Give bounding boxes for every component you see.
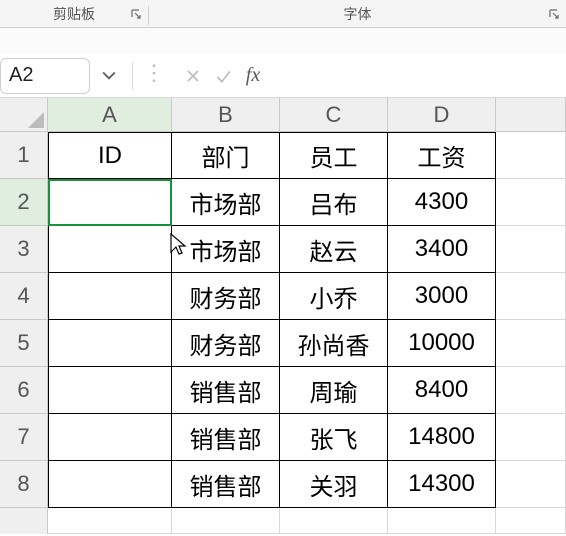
cell-E5[interactable]: [496, 320, 566, 367]
ribbon-group-clipboard: 剪贴板: [0, 0, 148, 27]
formula-bar-dots-icon: ⋮: [139, 60, 167, 92]
cell-D8[interactable]: 14300: [388, 461, 496, 508]
cell-C6[interactable]: 周瑜: [280, 367, 388, 414]
cell-D7[interactable]: 14800: [388, 414, 496, 461]
table-row: [48, 508, 566, 534]
cell-A5[interactable]: [48, 320, 172, 367]
sheet-area[interactable]: A B C D 1 2 3 4 5 6 7 8 ID 部门 员工 工资 市场部 …: [0, 98, 566, 536]
ribbon-spacer: [0, 28, 566, 54]
formula-bar-controls: fx: [173, 58, 267, 94]
cell-A7[interactable]: [48, 414, 172, 461]
cell-E8[interactable]: [496, 461, 566, 508]
formula-bar-sep: [132, 62, 133, 90]
cell-C3[interactable]: 赵云: [280, 226, 388, 273]
col-header-B[interactable]: B: [172, 98, 280, 132]
cell-B8[interactable]: 销售部: [172, 461, 280, 508]
ribbon-group-font-label: 字体: [336, 4, 380, 24]
cell-B6[interactable]: 销售部: [172, 367, 280, 414]
ribbon-group-clipboard-label: 剪贴板: [45, 4, 103, 24]
row-headers: 1 2 3 4 5 6 7 8: [0, 132, 48, 534]
row-header-9[interactable]: [0, 508, 48, 534]
table-row: 销售部 周瑜 8400: [48, 367, 566, 414]
cell-D5[interactable]: 10000: [388, 320, 496, 367]
name-box-value: A2: [9, 64, 33, 87]
table-row: 财务部 小乔 3000: [48, 273, 566, 320]
enter-button[interactable]: [209, 58, 237, 94]
cell-A2[interactable]: [48, 179, 172, 226]
cell-C2[interactable]: 吕布: [280, 179, 388, 226]
cell-A6[interactable]: [48, 367, 172, 414]
cell-D3[interactable]: 3400: [388, 226, 496, 273]
cell-E7[interactable]: [496, 414, 566, 461]
cell-A8[interactable]: [48, 461, 172, 508]
row-header-1[interactable]: 1: [0, 132, 48, 179]
cell-E3[interactable]: [496, 226, 566, 273]
table-row: 市场部 赵云 3400: [48, 226, 566, 273]
cell-D2[interactable]: 4300: [388, 179, 496, 226]
table-row: 市场部 吕布 4300: [48, 179, 566, 226]
ribbon-group-font: 字体: [149, 0, 566, 27]
cell-A9[interactable]: [48, 508, 172, 534]
row-header-8[interactable]: 8: [0, 461, 48, 508]
cell-B3[interactable]: 市场部: [172, 226, 280, 273]
cancel-button[interactable]: [179, 58, 207, 94]
name-box-dropdown-icon[interactable]: [96, 58, 122, 94]
cell-E6[interactable]: [496, 367, 566, 414]
col-header-D[interactable]: D: [388, 98, 496, 132]
cell-E4[interactable]: [496, 273, 566, 320]
table-row: ID 部门 员工 工资: [48, 132, 566, 179]
cell-D4[interactable]: 3000: [388, 273, 496, 320]
cell-C1[interactable]: 员工: [280, 132, 388, 179]
name-box-wrap: A2: [0, 58, 122, 94]
font-dialog-launcher-icon[interactable]: [546, 6, 562, 22]
table-row: 财务部 孙尚香 10000: [48, 320, 566, 367]
table-row: 销售部 关羽 14300: [48, 461, 566, 508]
cell-A4[interactable]: [48, 273, 172, 320]
cell-D9[interactable]: [388, 508, 496, 534]
cell-E1[interactable]: [496, 132, 566, 179]
row-header-4[interactable]: 4: [0, 273, 48, 320]
row-header-5[interactable]: 5: [0, 320, 48, 367]
col-header-C[interactable]: C: [280, 98, 388, 132]
formula-bar: A2 ⋮ fx: [0, 54, 566, 98]
cell-A3[interactable]: [48, 226, 172, 273]
clipboard-dialog-launcher-icon[interactable]: [128, 6, 144, 22]
row-header-2[interactable]: 2: [0, 179, 48, 226]
cell-C4[interactable]: 小乔: [280, 273, 388, 320]
row-header-7[interactable]: 7: [0, 414, 48, 461]
cell-D6[interactable]: 8400: [388, 367, 496, 414]
cell-B9[interactable]: [172, 508, 280, 534]
cell-D1[interactable]: 工资: [388, 132, 496, 179]
cell-B1[interactable]: 部门: [172, 132, 280, 179]
col-header-A[interactable]: A: [48, 98, 172, 132]
formula-input[interactable]: [273, 58, 562, 94]
row-header-3[interactable]: 3: [0, 226, 48, 273]
cell-E9[interactable]: [496, 508, 566, 534]
cell-B7[interactable]: 销售部: [172, 414, 280, 461]
select-all-corner[interactable]: [0, 98, 48, 132]
cell-A1[interactable]: ID: [48, 132, 172, 179]
name-box[interactable]: A2: [0, 58, 90, 94]
cells: ID 部门 员工 工资 市场部 吕布 4300 市场部 赵云 3400 财务部 …: [48, 132, 566, 536]
column-headers: A B C D: [48, 98, 566, 132]
table-row: 销售部 张飞 14800: [48, 414, 566, 461]
cell-C5[interactable]: 孙尚香: [280, 320, 388, 367]
cell-C7[interactable]: 张飞: [280, 414, 388, 461]
cell-C9[interactable]: [280, 508, 388, 534]
row-header-6[interactable]: 6: [0, 367, 48, 414]
insert-function-button[interactable]: fx: [239, 58, 267, 94]
col-header-E[interactable]: [496, 98, 566, 132]
cell-E2[interactable]: [496, 179, 566, 226]
cell-B4[interactable]: 财务部: [172, 273, 280, 320]
cell-B5[interactable]: 财务部: [172, 320, 280, 367]
cell-B2[interactable]: 市场部: [172, 179, 280, 226]
ribbon-group-labels: 剪贴板 字体: [0, 0, 566, 28]
fx-icon: fx: [246, 64, 260, 87]
cell-C8[interactable]: 关羽: [280, 461, 388, 508]
